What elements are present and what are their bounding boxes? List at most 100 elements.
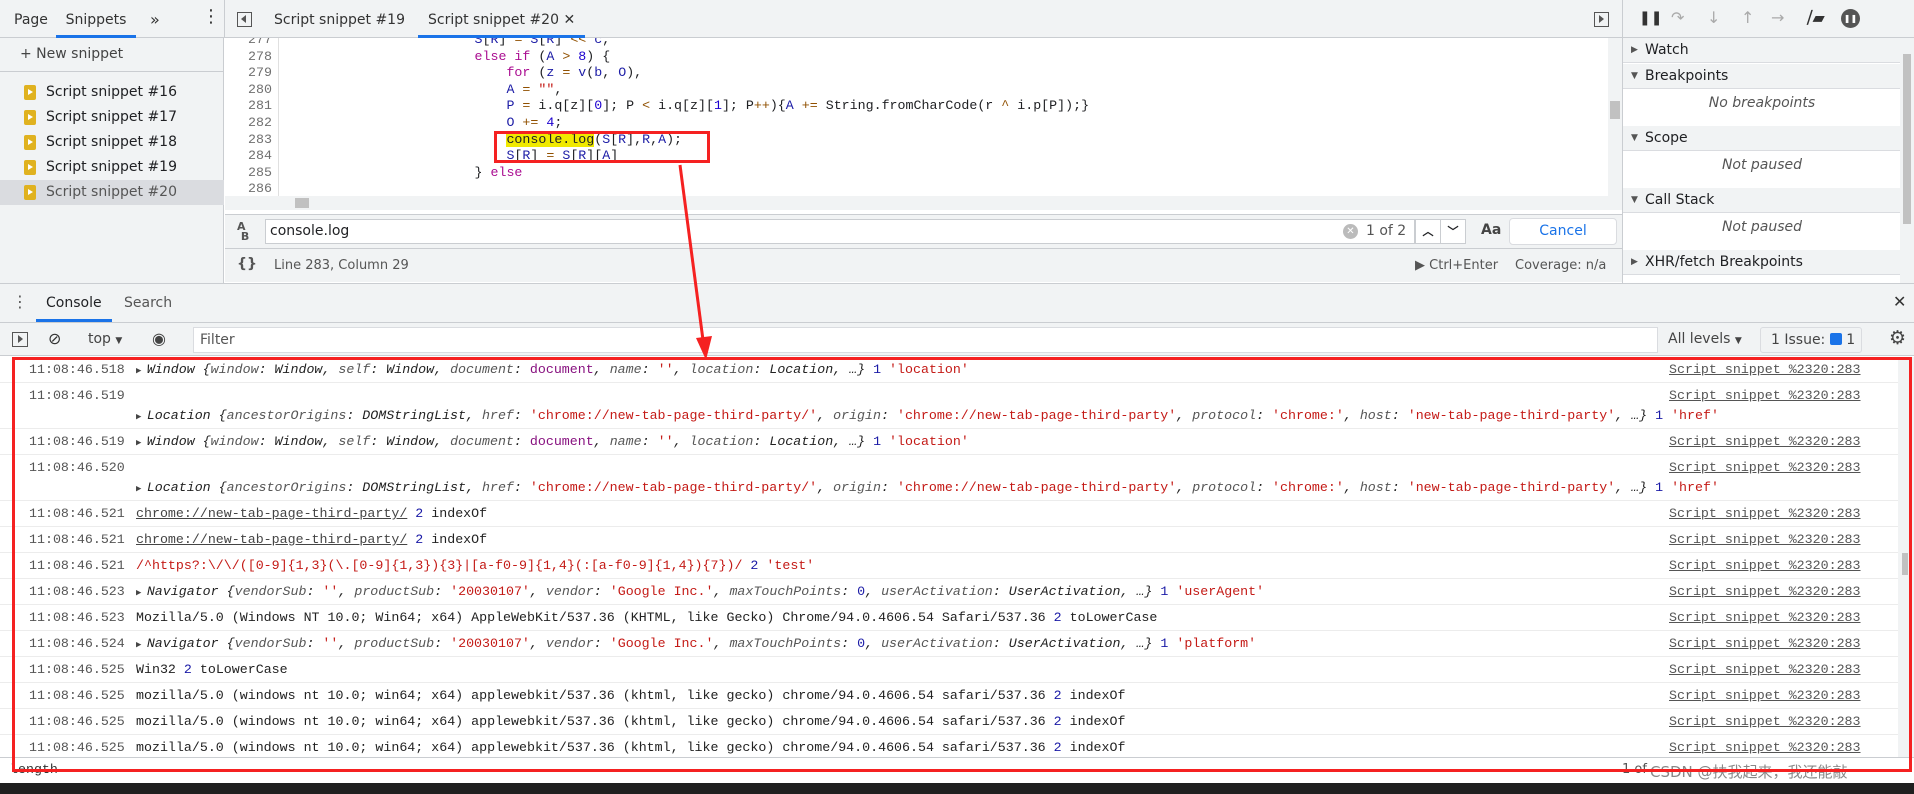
cursor-position: Line 283, Column 29 [274, 258, 409, 273]
run-shortcut: Ctrl+Enter [1429, 258, 1499, 273]
pretty-print-icon[interactable]: {} [237, 256, 257, 272]
close-icon[interactable]: ✕ [563, 12, 575, 28]
snippet-label: Script snippet #16 [46, 84, 177, 100]
collapsed-triangle-icon: ▶ [1631, 257, 1638, 267]
step-over-icon[interactable]: ↷ [1671, 8, 1684, 27]
line-number: 278 [248, 48, 272, 64]
code-token: A [785, 98, 794, 114]
debugger-section-breakpoints[interactable]: ▼ Breakpoints [1623, 64, 1901, 89]
log-levels-dropdown[interactable]: All levels ▼ [1668, 331, 1742, 347]
dropdown-icon: ▼ [115, 336, 123, 346]
run-snippet-button[interactable]: ▶ Ctrl+Enter [1415, 258, 1498, 273]
issues-button[interactable]: 1 Issue: 1 [1760, 327, 1862, 353]
drawer-menu-icon[interactable]: ⋮ [12, 292, 28, 311]
tab-script-snippet-19[interactable]: Script snippet #19 [272, 0, 407, 38]
line-number: 277 [248, 38, 272, 47]
debugger-section-scope[interactable]: ▼ Scope [1623, 126, 1901, 151]
snippet-item[interactable]: Script snippet #19 [0, 155, 224, 180]
code-token: << [570, 38, 587, 47]
line-number: 285 [248, 164, 272, 180]
code-token: "" [538, 81, 555, 97]
debugger-section-call-stack[interactable]: ▼ Call Stack [1623, 188, 1901, 213]
vertical-scrollbar[interactable] [1608, 38, 1622, 201]
cancel-button[interactable]: Cancel [1509, 218, 1617, 245]
pause-on-exceptions-icon[interactable]: ❚❚ [1841, 9, 1860, 28]
next-match-button[interactable]: ﹀ [1440, 219, 1466, 244]
expanded-triangle-icon: ▼ [1631, 71, 1638, 81]
live-expression-eye-icon[interactable]: ◉ [152, 329, 166, 348]
line-number: 280 [248, 81, 272, 97]
line-number: 279 [248, 65, 272, 81]
pause-icon[interactable]: ❚❚ [1639, 10, 1662, 26]
code-editor[interactable]: 277 278 279 280 281 282 283 284 285 286 S[R] = S[… [225, 38, 1622, 201]
tab-script-snippet-20[interactable]: Script snippet #20 ✕ [418, 0, 586, 38]
toggle-navigator-icon[interactable] [237, 12, 252, 27]
code-token: O [618, 65, 627, 81]
tab-console[interactable]: Console [36, 284, 112, 322]
clear-console-icon[interactable]: ⊘ [48, 329, 61, 348]
code-token: , [602, 38, 611, 47]
debugger-section-watch[interactable]: ▶ Watch [1623, 38, 1901, 63]
code-token: else [490, 164, 523, 180]
match-case-button[interactable]: Aa [1481, 222, 1501, 238]
taskbar-strip [0, 783, 1914, 794]
debugger-sidebar: ❚❚ ↷ ↓ ↑ → ⧸▰ ❚❚ ▶ Watch ▼ Breakpoints No br… [1622, 0, 1914, 283]
section-label: Watch [1645, 42, 1689, 58]
show-sidebar-icon[interactable] [12, 332, 28, 347]
tab-page[interactable]: Page [12, 0, 50, 38]
section-label: Scope [1645, 130, 1688, 146]
snippet-item[interactable]: Script snippet #20 [0, 180, 224, 205]
debugger-section-xhr-fetch-breakpoints[interactable]: ▶ XHR/fetch Breakpoints [1623, 250, 1901, 275]
issue-count: 1 [1846, 332, 1856, 348]
code-token: i.q[z][ [530, 98, 595, 114]
code-token: ]; P [602, 98, 643, 114]
horizontal-scrollbar[interactable] [225, 196, 1622, 210]
line-number: 286 [248, 181, 272, 197]
expanded-triangle-icon: ▼ [1631, 133, 1638, 143]
snippet-item[interactable]: Script snippet #16 [0, 80, 224, 105]
step-into-icon[interactable]: ↓ [1707, 8, 1720, 27]
replace-toggle-icon[interactable]: A B [237, 221, 249, 242]
section-empty-message: Not paused [1721, 157, 1803, 173]
console-settings-gear-icon[interactable]: ⚙ [1889, 327, 1906, 349]
previous-match-button[interactable]: ︿ [1415, 219, 1441, 244]
console-toolbar: ⊘ top ▼ ◉ Filter All levels ▼ 1 Issue: 1… [0, 323, 1914, 356]
code-token: ( [530, 65, 547, 81]
debugger-scrollbar[interactable] [1900, 38, 1914, 283]
find-input[interactable]: console.log ✕ 1 of 2 [265, 219, 1415, 244]
context-selector[interactable]: top ▼ [88, 331, 122, 347]
console-filter-input[interactable]: Filter [193, 327, 1658, 353]
snippet-file-icon [24, 135, 36, 150]
tab-search[interactable]: Search [124, 284, 172, 322]
snippet-item[interactable]: Script snippet #18 [0, 130, 224, 155]
more-tabs-button[interactable]: » [148, 0, 162, 38]
close-drawer-icon[interactable]: ✕ [1893, 292, 1906, 311]
line-number: 281 [248, 98, 272, 114]
line-number: 283 [248, 131, 272, 147]
toggle-debugger-icon[interactable] [1594, 12, 1609, 27]
snippet-item[interactable]: Script snippet #17 [0, 105, 224, 130]
new-snippet-button[interactable]: + New snippet [20, 46, 123, 62]
step-icon[interactable]: → [1771, 8, 1784, 27]
deactivate-breakpoints-icon[interactable]: ⧸▰ [1807, 8, 1825, 28]
tab-snippets[interactable]: Snippets [56, 0, 136, 38]
code-token: ) { [586, 48, 611, 64]
collapsed-triangle-icon: ▶ [1631, 45, 1638, 55]
code-token: i.p[P]);} [1009, 98, 1090, 114]
code-token: , [554, 81, 563, 97]
section-empty-message: Not paused [1721, 219, 1803, 235]
code-token: += [801, 98, 818, 114]
tab-label: Script snippet #20 [428, 12, 559, 28]
step-out-icon[interactable]: ↑ [1741, 8, 1754, 27]
code-line: A = "", [283, 82, 562, 97]
line-number: 284 [248, 148, 272, 164]
line-number: 282 [248, 115, 272, 130]
more-options-icon[interactable]: ⋮ [200, 0, 222, 38]
section-label: Breakpoints [1645, 68, 1729, 84]
clear-icon[interactable]: ✕ [1343, 224, 1358, 239]
